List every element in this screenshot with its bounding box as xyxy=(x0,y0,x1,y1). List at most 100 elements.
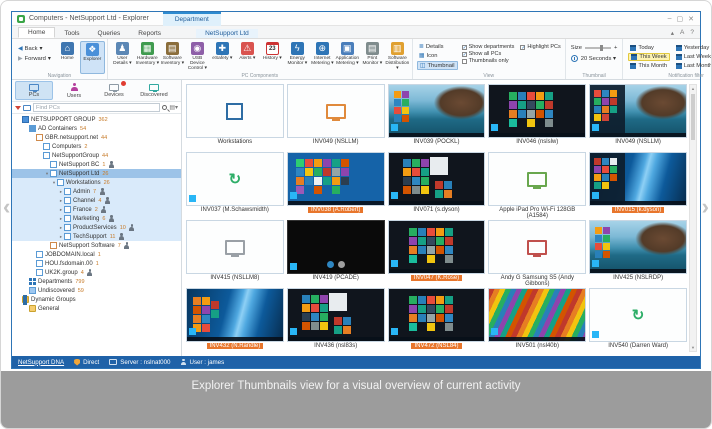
pc-thumbnail[interactable] xyxy=(488,220,586,274)
tree-item-general[interactable]: General xyxy=(12,304,181,313)
this-month-button[interactable]: This Month xyxy=(628,62,669,70)
sidebar-tab-devices[interactable]: Devices xyxy=(95,81,133,100)
tree-item-channel[interactable]: ▸Channel4 xyxy=(12,196,181,205)
tree-item-workstations[interactable]: ▾Workstations26 xyxy=(12,178,181,187)
yesterday-button[interactable]: Yesterday xyxy=(674,44,712,52)
help-icon[interactable]: ? xyxy=(690,29,694,37)
vertical-scrollbar[interactable]: ▲ ▼ xyxy=(689,84,697,352)
search-icon[interactable] xyxy=(162,105,167,110)
pc-thumbnail[interactable] xyxy=(589,84,687,138)
pc-thumbnail[interactable] xyxy=(287,288,385,342)
ribbon-tab-reports[interactable]: Reports xyxy=(129,29,170,38)
explorer-button[interactable]: ❖ Explorer xyxy=(80,41,105,74)
size-slider[interactable] xyxy=(585,47,611,49)
ribbon-tab-tools[interactable]: Tools xyxy=(55,29,88,38)
pc-thumbnail[interactable] xyxy=(589,152,687,206)
tree-item-undiscovered[interactable]: Undiscovered59 xyxy=(12,286,181,295)
pc-thumbnail[interactable] xyxy=(287,220,385,274)
details-button[interactable]: ≣Details xyxy=(417,43,458,50)
slider-knob[interactable] xyxy=(600,45,603,51)
pc-thumbnail[interactable] xyxy=(287,152,385,206)
pc-thumbnail[interactable] xyxy=(488,152,586,206)
usb-device-control-button[interactable]: ◉USB Device Control ▾ xyxy=(185,41,210,72)
today-button[interactable]: Today xyxy=(628,44,669,52)
tree-item-techsupport[interactable]: ▸TechSupport11 xyxy=(12,232,181,241)
pc-thumbnail[interactable] xyxy=(488,84,586,138)
minimize-button[interactable]: – xyxy=(668,15,672,23)
tree-item-gbr-netsupport-net[interactable]: GBR.netsupport.net44 xyxy=(12,133,181,142)
print-monitor-button[interactable]: ▤Print Monitor ▾ xyxy=(360,41,385,72)
application-metering-button[interactable]: ▣Application Metering ▾ xyxy=(335,41,360,72)
maximize-button[interactable]: ▢ xyxy=(677,15,684,23)
ribbon-tab-home[interactable]: Home xyxy=(18,27,55,38)
tree-item-jobdomain-local[interactable]: JOBDOMAIN.local1 xyxy=(12,250,181,259)
last-week-button[interactable]: Last Week xyxy=(674,53,712,61)
home-button[interactable]: ⌂ Home xyxy=(55,41,80,72)
filter-icon[interactable] xyxy=(15,106,21,110)
scrollbar-thumb[interactable] xyxy=(691,94,695,140)
forward-button[interactable]: ▶Forward▾ xyxy=(16,55,53,62)
internet-metering-button[interactable]: ⊕Internet Metering ▾ xyxy=(310,41,335,72)
tree-item-ad-containers[interactable]: AD Containers54 xyxy=(12,124,181,133)
list-menu-icon[interactable]: ▤▾ xyxy=(169,104,178,111)
pc-thumbnail[interactable] xyxy=(589,288,687,342)
software-distribution-button[interactable]: ▥Software Distribution ▾ xyxy=(385,41,410,72)
search-input[interactable] xyxy=(33,103,160,112)
pc-thumbnail[interactable] xyxy=(388,152,486,206)
pc-thumbnail[interactable] xyxy=(186,84,284,138)
pc-thumbnail[interactable] xyxy=(589,220,687,274)
checkbox-show-all-pcs[interactable]: ✓Show all PCs xyxy=(462,51,515,57)
checkbox-highlight-pcs[interactable]: ✓Highlight PCs xyxy=(520,44,560,50)
software-inventory-button[interactable]: ▤Software Inventory ▾ xyxy=(160,41,185,72)
close-button[interactable]: ✕ xyxy=(688,15,694,23)
energy-monitor-button[interactable]: ϟEnergy Monitor ▾ xyxy=(285,41,310,72)
tree-item-france[interactable]: ▸France2 xyxy=(12,205,181,214)
carousel-next-icon[interactable]: › xyxy=(702,197,709,217)
esafety-button[interactable]: ✚eSafety ▾ xyxy=(210,41,235,72)
alerts-button[interactable]: ⚠Alerts ▾ xyxy=(235,41,260,72)
this-week-button[interactable]: This Week xyxy=(628,53,669,61)
last-month-button[interactable]: Last Month xyxy=(674,62,712,70)
icon-button[interactable]: ▦Icon xyxy=(417,52,458,59)
checkbox-show-departments[interactable]: ✓Show departments xyxy=(462,44,515,50)
tree-item-uk2k-group[interactable]: UK2K.group4 xyxy=(12,268,181,277)
pc-thumbnail[interactable] xyxy=(186,152,284,206)
pc-thumbnail[interactable] xyxy=(488,288,586,342)
thumbnail-button[interactable]: ◫Thumbnail xyxy=(417,61,458,70)
checkbox-thumbnails-only[interactable]: Thumbnails only xyxy=(462,58,515,64)
tab-department[interactable]: Department xyxy=(163,12,221,26)
tree-item-netsupport-ltd[interactable]: ▾NetSupport Ltd26 xyxy=(12,169,181,178)
tree-item-netsupport-bc[interactable]: NetSupport BC1 xyxy=(12,160,181,169)
pc-thumbnail[interactable] xyxy=(388,288,486,342)
tree-item-netsupport-group[interactable]: NETSUPPORT GROUP362 xyxy=(12,115,181,124)
sidebar-tab-users[interactable]: Users xyxy=(55,81,93,100)
back-button[interactable]: ◀Back▾ xyxy=(16,45,53,52)
sidebar-tab-pcs[interactable]: PCs xyxy=(15,81,53,100)
history-button[interactable]: 23History ▾ xyxy=(260,41,285,72)
tree-item-computers[interactable]: Computers2 xyxy=(12,142,181,151)
size-plus-button[interactable]: + xyxy=(614,45,617,51)
refresh-interval-dropdown[interactable]: 20 Seconds ▾ xyxy=(571,55,618,62)
tree-item-netsupport-software[interactable]: NetSupport Software7 xyxy=(12,241,181,250)
scroll-down-icon[interactable]: ▼ xyxy=(690,344,696,351)
tree-item-departments[interactable]: Departments799 xyxy=(12,277,181,286)
pc-thumbnail[interactable] xyxy=(186,288,284,342)
tree-item-marketing[interactable]: ▸Marketing6 xyxy=(12,214,181,223)
tree-item-hou-fsdomain-00[interactable]: HOU.fsdomain.001 xyxy=(12,259,181,268)
find-icon[interactable]: A xyxy=(680,29,684,37)
scroll-up-icon[interactable]: ▲ xyxy=(690,85,696,92)
tree-item-admin[interactable]: ▸Admin7 xyxy=(12,187,181,196)
hardware-inventory-button[interactable]: ▦Hardware Inventory ▾ xyxy=(135,41,160,72)
pc-thumbnail[interactable] xyxy=(186,220,284,274)
user-details-button[interactable]: ♟User Details ▾ xyxy=(110,41,135,72)
brand-link[interactable]: NetSupport DNA xyxy=(18,359,64,366)
pc-thumbnail[interactable] xyxy=(388,220,486,274)
tree-item-productservices[interactable]: ▸ProductServices10 xyxy=(12,223,181,232)
collapse-ribbon-icon[interactable]: ▴ xyxy=(671,29,674,37)
ribbon-tab-netsupport-ltd[interactable]: NetSupport Ltd xyxy=(196,29,258,38)
carousel-prev-icon[interactable]: ‹ xyxy=(3,197,10,217)
tree-item-dynamic-groups[interactable]: Dynamic Groups xyxy=(12,295,181,304)
sidebar-tab-discovered[interactable]: Discovered xyxy=(135,81,173,100)
tree-item-netsupportgroup[interactable]: NetSupportGroup44 xyxy=(12,151,181,160)
pc-thumbnail[interactable] xyxy=(287,84,385,138)
